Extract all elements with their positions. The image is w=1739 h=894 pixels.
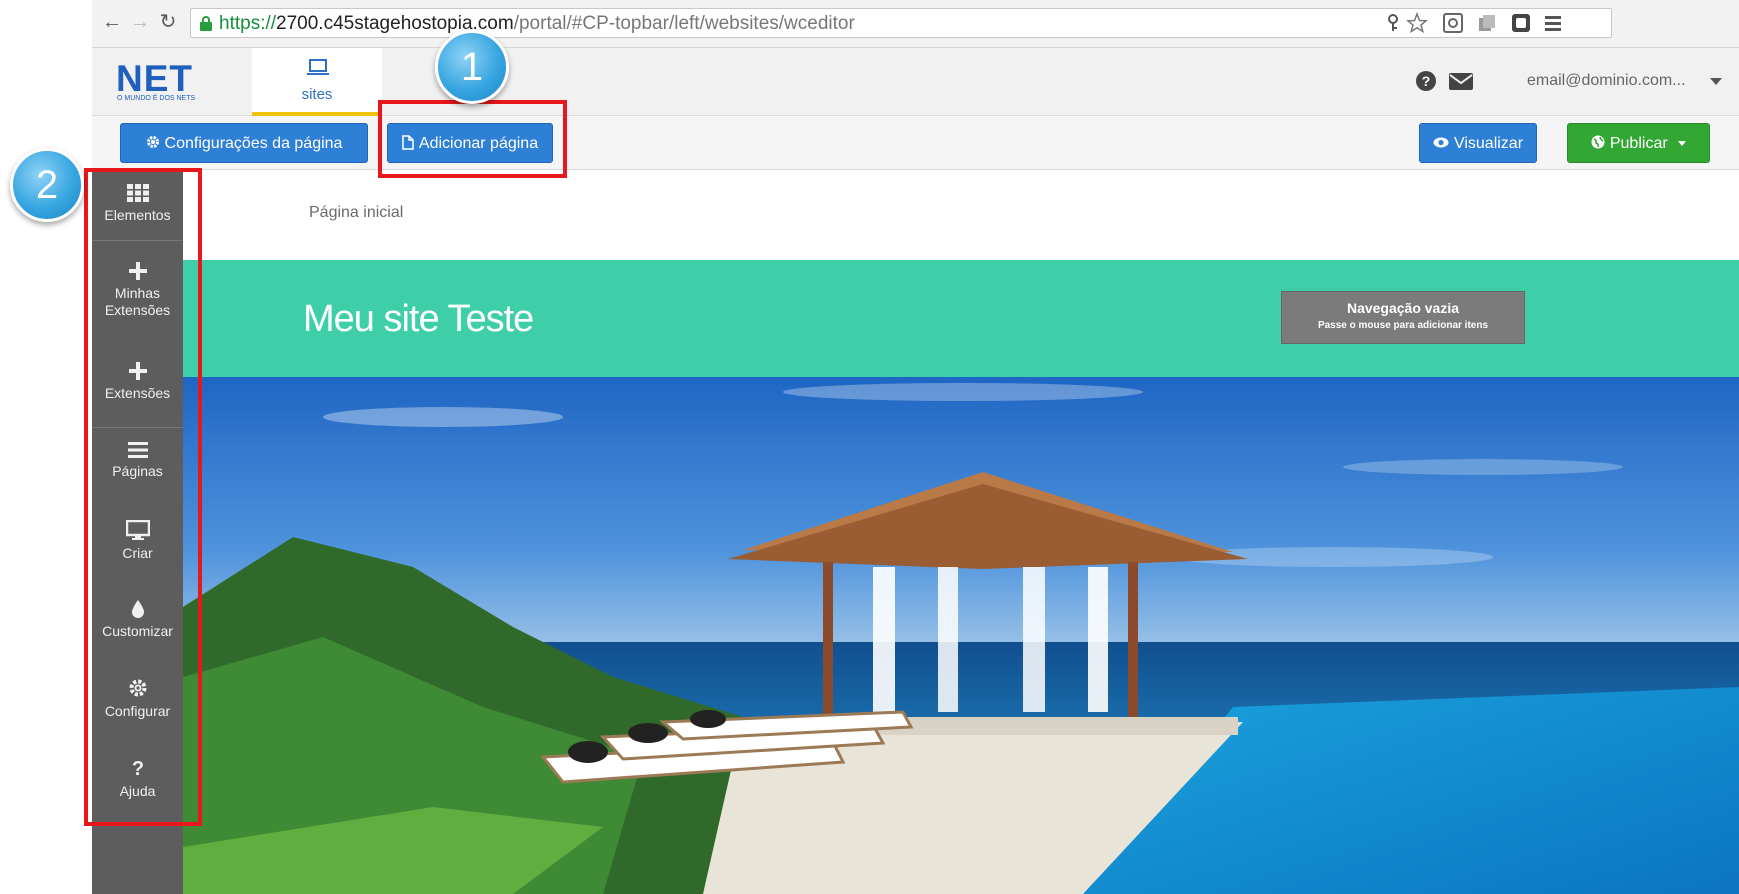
reload-icon[interactable]: ↻ [156,10,180,34]
url-scheme: https:// [219,13,277,34]
site-canvas[interactable]: Página inicial Meu site Teste Navegação … [183,170,1739,894]
empty-navigation[interactable]: Navegação vazia Passe o mouse para adici… [1281,291,1525,344]
mail-icon[interactable] [1449,73,1473,90]
app-topbar: NET O MUNDO É DOS NETS sites ? email@dom… [92,48,1739,116]
editor-toolbar: Configurações da página Adicionar página… [92,116,1739,170]
page-settings-label: Configurações da página [164,135,343,152]
menu-icon[interactable] [1542,12,1564,34]
user-email[interactable]: email@dominio.com... [1527,72,1686,90]
callout-badge-1: 1 [435,30,509,104]
breadcrumb[interactable]: Página inicial [309,204,403,222]
net-logo[interactable]: NET O MUNDO É DOS NETS [116,58,226,106]
url-text: https://2700.c45stagehostopia.com/portal… [219,14,855,34]
site-title[interactable]: Meu site Teste [303,298,534,341]
callout-badge-2: 2 [10,148,84,222]
callout-highlight-sidebar [84,168,202,826]
star-icon[interactable] [1406,12,1428,34]
forward-arrow-icon[interactable]: → [128,10,152,34]
tab-sites-label: sites [301,86,333,103]
callout-highlight-add-page [378,100,567,178]
empty-nav-hint: Passe o mouse para adicionar itens [1317,320,1489,331]
site-header[interactable]: Meu site Teste Navegação vazia Passe o m… [183,260,1739,377]
preview-button[interactable]: Visualizar [1419,123,1537,163]
page-settings-button[interactable]: Configurações da página [120,123,368,163]
svg-text:?: ? [1422,73,1431,89]
url-path: /portal/#CP-topbar/left/websites/wcedito… [513,13,855,34]
empty-nav-title: Navegação vazia [1346,300,1460,316]
extension-icon[interactable] [1510,12,1532,34]
hero-image[interactable] [183,377,1739,894]
extension-icon[interactable] [1442,12,1464,34]
gear-icon [146,136,159,149]
eye-icon [1433,137,1449,148]
key-icon[interactable] [1382,12,1404,34]
logo-tagline: O MUNDO É DOS NETS [117,95,196,102]
publish-label: Publicar [1609,135,1668,152]
browser-toolbar: ← → ↻ https://2700.c45stagehostopia.com/… [92,0,1739,48]
logo-text: NET [116,58,193,99]
caret-down-icon [1678,141,1687,147]
laptop-icon [307,59,329,75]
back-arrow-icon[interactable]: ← [100,10,124,34]
screen: ← → ↻ https://2700.c45stagehostopia.com/… [0,0,1739,894]
lock-icon [200,16,212,31]
help-icon[interactable]: ? [1415,70,1437,92]
chevron-down-icon[interactable] [1710,78,1722,85]
extension-icon[interactable] [1476,12,1498,34]
publish-button[interactable]: Publicar [1567,123,1710,163]
tab-sites[interactable]: sites [252,48,382,116]
preview-label: Visualizar [1453,135,1524,152]
globe-icon [1591,135,1605,149]
